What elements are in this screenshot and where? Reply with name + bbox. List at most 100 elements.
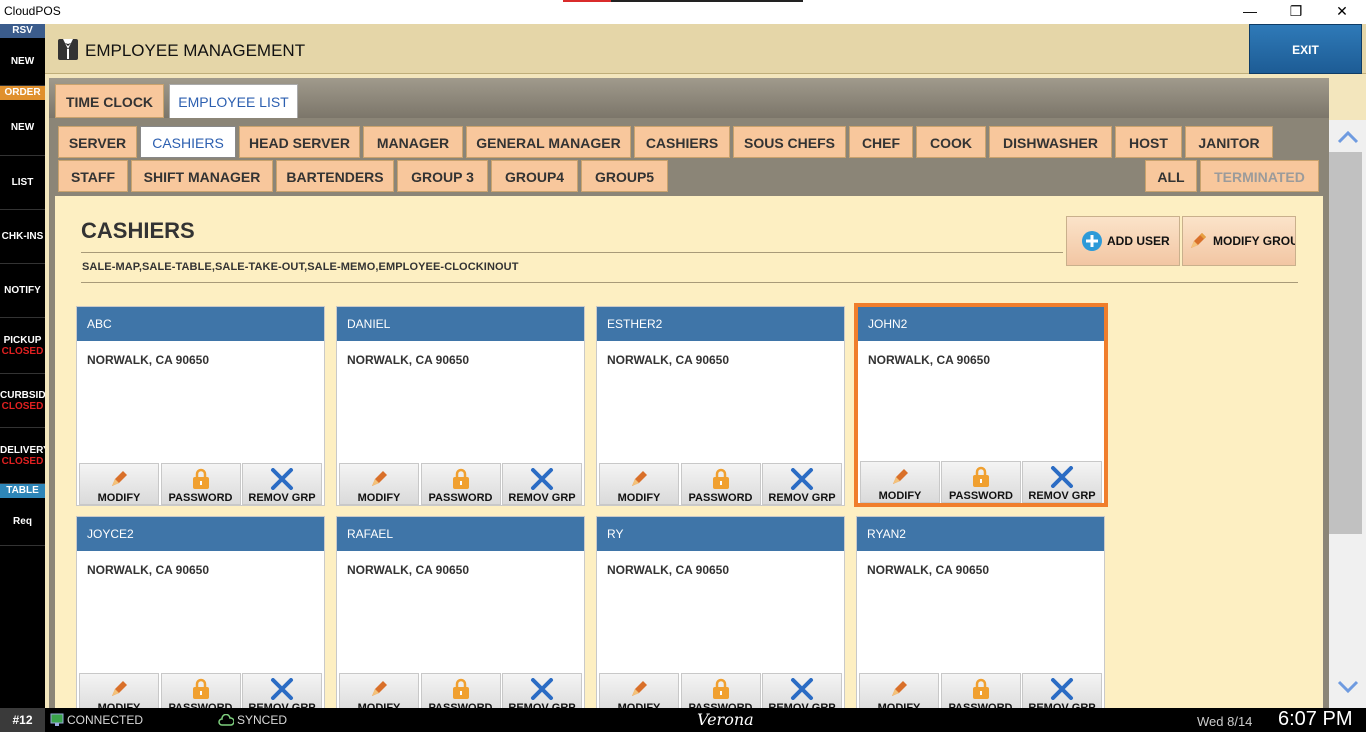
minimize-button[interactable]: — bbox=[1227, 0, 1273, 22]
password-button[interactable]: PASSWORD bbox=[940, 673, 1021, 708]
left-sidebar: RSV NEW ORDER NEW LIST CHK-INS NOTIFY PI… bbox=[0, 24, 45, 708]
group-tab-group5[interactable]: GROUP5 bbox=[581, 160, 668, 192]
group-tab-general-manager[interactable]: GENERAL MANAGER bbox=[466, 126, 631, 158]
card-actions: MODIFY PASSWORD REMOV GRP bbox=[597, 463, 844, 505]
remove-group-button[interactable]: REMOV GRP bbox=[502, 673, 582, 708]
sidebar-header-table: TABLE bbox=[0, 484, 45, 498]
filter-all-button[interactable]: ALL bbox=[1145, 160, 1197, 192]
modify-label: MODIFY bbox=[617, 492, 661, 504]
vertical-scrollbar[interactable] bbox=[1329, 120, 1366, 708]
modify-button[interactable]: MODIFY bbox=[599, 673, 679, 708]
filter-terminated-button[interactable]: TERMINATED bbox=[1200, 160, 1319, 192]
sidebar-item-label: NOTIFY bbox=[4, 285, 41, 296]
cloud-icon bbox=[218, 714, 234, 726]
password-button[interactable]: PASSWORD bbox=[680, 673, 761, 708]
modify-button[interactable]: MODIFY bbox=[860, 461, 940, 503]
restore-button[interactable]: ❐ bbox=[1273, 0, 1319, 22]
group-tab-group-3[interactable]: GROUP 3 bbox=[397, 160, 488, 192]
remove-group-button[interactable]: REMOV GRP bbox=[502, 463, 582, 505]
password-button[interactable]: PASSWORD bbox=[680, 463, 761, 505]
password-button[interactable]: PASSWORD bbox=[420, 673, 501, 708]
sidebar-item-notify[interactable]: NOTIFY bbox=[0, 264, 45, 318]
x-icon bbox=[791, 678, 813, 700]
sidebar-header-rsv: RSV bbox=[0, 24, 45, 38]
password-button[interactable]: PASSWORD bbox=[941, 461, 1021, 503]
tab-time-clock[interactable]: TIME CLOCK bbox=[55, 84, 164, 118]
sidebar-item-delivery[interactable]: DELIVERY CLOSED bbox=[0, 428, 45, 484]
group-tab-host[interactable]: HOST bbox=[1115, 126, 1182, 158]
x-icon bbox=[1051, 678, 1073, 700]
remove-group-button[interactable]: REMOV GRP bbox=[1022, 673, 1102, 708]
password-button[interactable]: PASSWORD bbox=[420, 463, 501, 505]
close-window-button[interactable]: ✕ bbox=[1319, 0, 1365, 22]
employee-card[interactable]: ABC NORWALK, CA 90650 MODIFY PASSWORD RE… bbox=[76, 306, 325, 506]
group-tab-janitor[interactable]: JANITOR bbox=[1185, 126, 1273, 158]
status-bar: #12 CONNECTED SYNCED Verona Wed 8/14 6:0… bbox=[0, 708, 1366, 732]
chevron-down-icon[interactable] bbox=[1337, 680, 1359, 694]
remove-group-button[interactable]: REMOV GRP bbox=[1022, 461, 1102, 503]
employee-card[interactable]: JOYCE2 NORWALK, CA 90650 MODIFY PASSWORD… bbox=[76, 516, 325, 708]
employee-card[interactable]: ESTHER2 NORWALK, CA 90650 MODIFY PASSWOR… bbox=[596, 306, 845, 506]
remove-group-button[interactable]: REMOV GRP bbox=[242, 463, 322, 505]
password-button[interactable]: PASSWORD bbox=[160, 673, 241, 708]
group-tab-staff[interactable]: STAFF bbox=[58, 160, 128, 192]
group-tab-server[interactable]: SERVER bbox=[58, 126, 137, 158]
employee-card[interactable]: RAFAEL NORWALK, CA 90650 MODIFY PASSWORD… bbox=[336, 516, 585, 708]
employee-card[interactable]: RY NORWALK, CA 90650 MODIFY PASSWORD REM… bbox=[596, 516, 845, 708]
modify-button[interactable]: MODIFY bbox=[79, 463, 159, 505]
group-tab-cashiers-2[interactable]: CASHIERS bbox=[634, 126, 730, 158]
employee-address: NORWALK, CA 90650 bbox=[347, 353, 470, 367]
lock-icon bbox=[192, 678, 209, 699]
group-tab-group4[interactable]: GROUP4 bbox=[491, 160, 578, 192]
add-user-button[interactable]: ADD USER bbox=[1066, 216, 1180, 266]
modify-button[interactable]: MODIFY bbox=[599, 463, 679, 505]
x-icon bbox=[271, 678, 293, 700]
employee-card[interactable]: RYAN2 NORWALK, CA 90650 MODIFY PASSWORD … bbox=[856, 516, 1105, 708]
scrollbar-thumb[interactable] bbox=[1329, 152, 1362, 534]
remove-group-button[interactable]: REMOV GRP bbox=[762, 463, 842, 505]
x-icon bbox=[791, 468, 813, 490]
password-button[interactable]: PASSWORD bbox=[160, 463, 241, 505]
chevron-up-icon[interactable] bbox=[1337, 130, 1359, 144]
pencil-icon bbox=[372, 681, 387, 696]
group-tab-sous-chefs[interactable]: SOUS CHEFS bbox=[733, 126, 846, 158]
group-tab-dishwasher[interactable]: DISHWASHER bbox=[989, 126, 1112, 158]
modify-button[interactable]: MODIFY bbox=[339, 463, 419, 505]
pencil-icon bbox=[893, 469, 908, 484]
employee-name: DANIEL bbox=[337, 307, 584, 341]
remove-group-button[interactable]: REMOV GRP bbox=[762, 673, 842, 708]
sidebar-item-list[interactable]: LIST bbox=[0, 156, 45, 210]
group-tab-head-server[interactable]: HEAD SERVER bbox=[239, 126, 360, 158]
employee-card[interactable]: DANIEL NORWALK, CA 90650 MODIFY PASSWORD… bbox=[336, 306, 585, 506]
exit-button[interactable]: EXIT bbox=[1249, 24, 1362, 74]
sidebar-item-pickup[interactable]: PICKUP CLOSED bbox=[0, 318, 45, 374]
employee-address: NORWALK, CA 90650 bbox=[607, 563, 730, 577]
sidebar-item-curbside[interactable]: CURBSIDECLOSED bbox=[0, 374, 45, 428]
group-tab-cashiers[interactable]: CASHIERS bbox=[140, 126, 236, 158]
modify-button[interactable]: MODIFY bbox=[79, 673, 159, 708]
sidebar-item-chk-ins[interactable]: CHK-INS bbox=[0, 210, 45, 264]
x-icon bbox=[1051, 466, 1073, 488]
card-actions: MODIFY PASSWORD REMOV GRP bbox=[77, 673, 324, 708]
group-tab-shift-manager[interactable]: SHIFT MANAGER bbox=[131, 160, 273, 192]
modify-button[interactable]: MODIFY bbox=[859, 673, 939, 708]
sidebar-item-order-new[interactable]: NEW bbox=[0, 100, 45, 156]
sidebar-item-label: NEW bbox=[10, 56, 35, 67]
sidebar-item-rsv-new[interactable]: NEW bbox=[0, 38, 45, 86]
pencil-icon bbox=[1191, 233, 1206, 248]
employee-card-selected[interactable]: JOHN2 NORWALK, CA 90650 MODIFY PASSWORD … bbox=[854, 303, 1108, 507]
remove-group-button[interactable]: REMOV GRP bbox=[242, 673, 322, 708]
modify-button[interactable]: MODIFY bbox=[339, 673, 419, 708]
group-tab-manager[interactable]: MANAGER bbox=[363, 126, 463, 158]
group-tab-bartenders[interactable]: BARTENDERS bbox=[276, 160, 394, 192]
modify-group-button[interactable]: MODIFY GROU bbox=[1182, 216, 1296, 266]
sidebar-item-req[interactable]: Req bbox=[0, 498, 45, 546]
group-tab-cook[interactable]: COOK bbox=[916, 126, 986, 158]
page-title: EMPLOYEE MANAGEMENT bbox=[85, 41, 306, 60]
card-actions: MODIFY PASSWORD REMOV GRP bbox=[337, 463, 584, 505]
lock-icon bbox=[972, 678, 989, 699]
employee-name: JOYCE2 bbox=[77, 517, 324, 551]
tab-employee-list[interactable]: EMPLOYEE LIST bbox=[169, 84, 298, 118]
group-tab-chef[interactable]: CHEF bbox=[849, 126, 913, 158]
app-root: CloudPOS — ❐ ✕ RSV NEW ORDER NEW LIST CH… bbox=[0, 0, 1366, 732]
